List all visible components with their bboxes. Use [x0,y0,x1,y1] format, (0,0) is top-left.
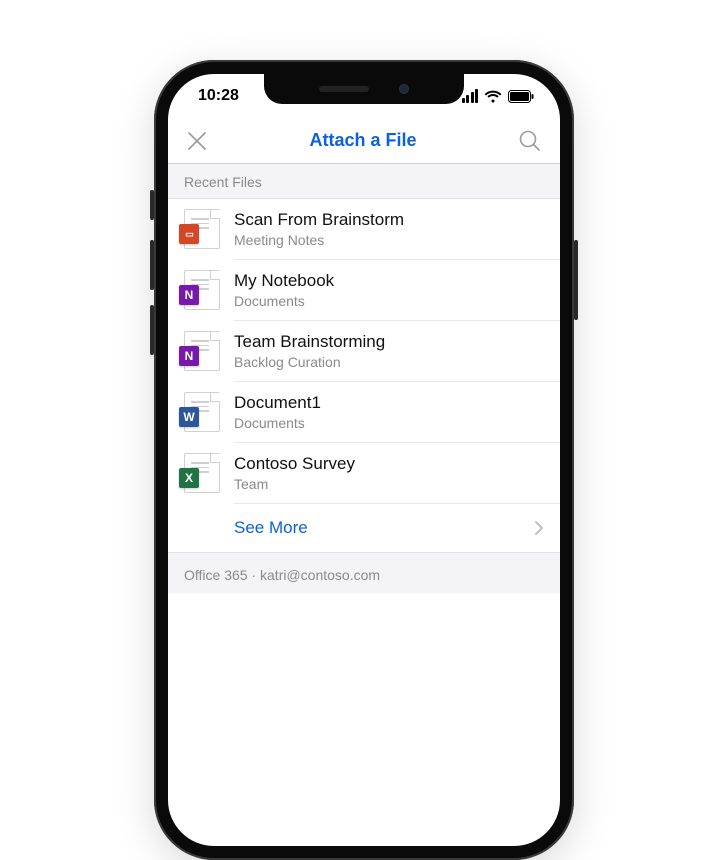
word-file-icon: W [184,392,220,432]
see-more-button[interactable]: See More [168,504,560,553]
file-row[interactable]: N My Notebook Documents [168,260,560,320]
file-subtitle: Backlog Curation [234,353,544,371]
file-subtitle: Team [234,475,544,493]
phone-frame: 10:28 Attach a File Recent Files ▭ [154,60,574,860]
powerpoint-file-icon: ▭ [184,209,220,249]
account-provider: Office 365 [184,567,248,583]
file-subtitle: Documents [234,292,544,310]
file-subtitle: Documents [234,414,544,432]
file-row[interactable]: W Document1 Documents [168,382,560,442]
wifi-icon [484,90,502,103]
file-title: Scan From Brainstorm [234,209,544,230]
excel-file-icon: X [184,453,220,493]
file-subtitle: Meeting Notes [234,231,544,249]
search-icon [518,129,542,153]
file-row[interactable]: X Contoso Survey Team [168,443,560,503]
close-button[interactable] [186,130,208,152]
file-row[interactable]: N Team Brainstorming Backlog Curation [168,321,560,381]
account-section-header: Office 365 · katri@contoso.com [168,553,560,593]
chevron-right-icon [534,520,544,536]
notch [264,74,464,104]
file-title: Document1 [234,392,544,413]
account-email: katri@contoso.com [260,567,380,583]
file-title: Contoso Survey [234,453,544,474]
see-more-label: See More [234,518,308,538]
recent-files-header: Recent Files [168,164,560,199]
battery-icon [508,90,534,103]
close-icon [186,130,208,152]
search-button[interactable] [518,129,542,153]
screen: 10:28 Attach a File Recent Files ▭ [168,74,560,846]
file-row[interactable]: ▭ Scan From Brainstorm Meeting Notes [168,199,560,259]
onenote-file-icon: N [184,270,220,310]
onenote-file-icon: N [184,331,220,371]
nav-title: Attach a File [309,130,416,151]
cell-signal-icon [462,89,479,103]
file-title: My Notebook [234,270,544,291]
status-time: 10:28 [198,87,239,105]
nav-bar: Attach a File [168,118,560,164]
file-title: Team Brainstorming [234,331,544,352]
